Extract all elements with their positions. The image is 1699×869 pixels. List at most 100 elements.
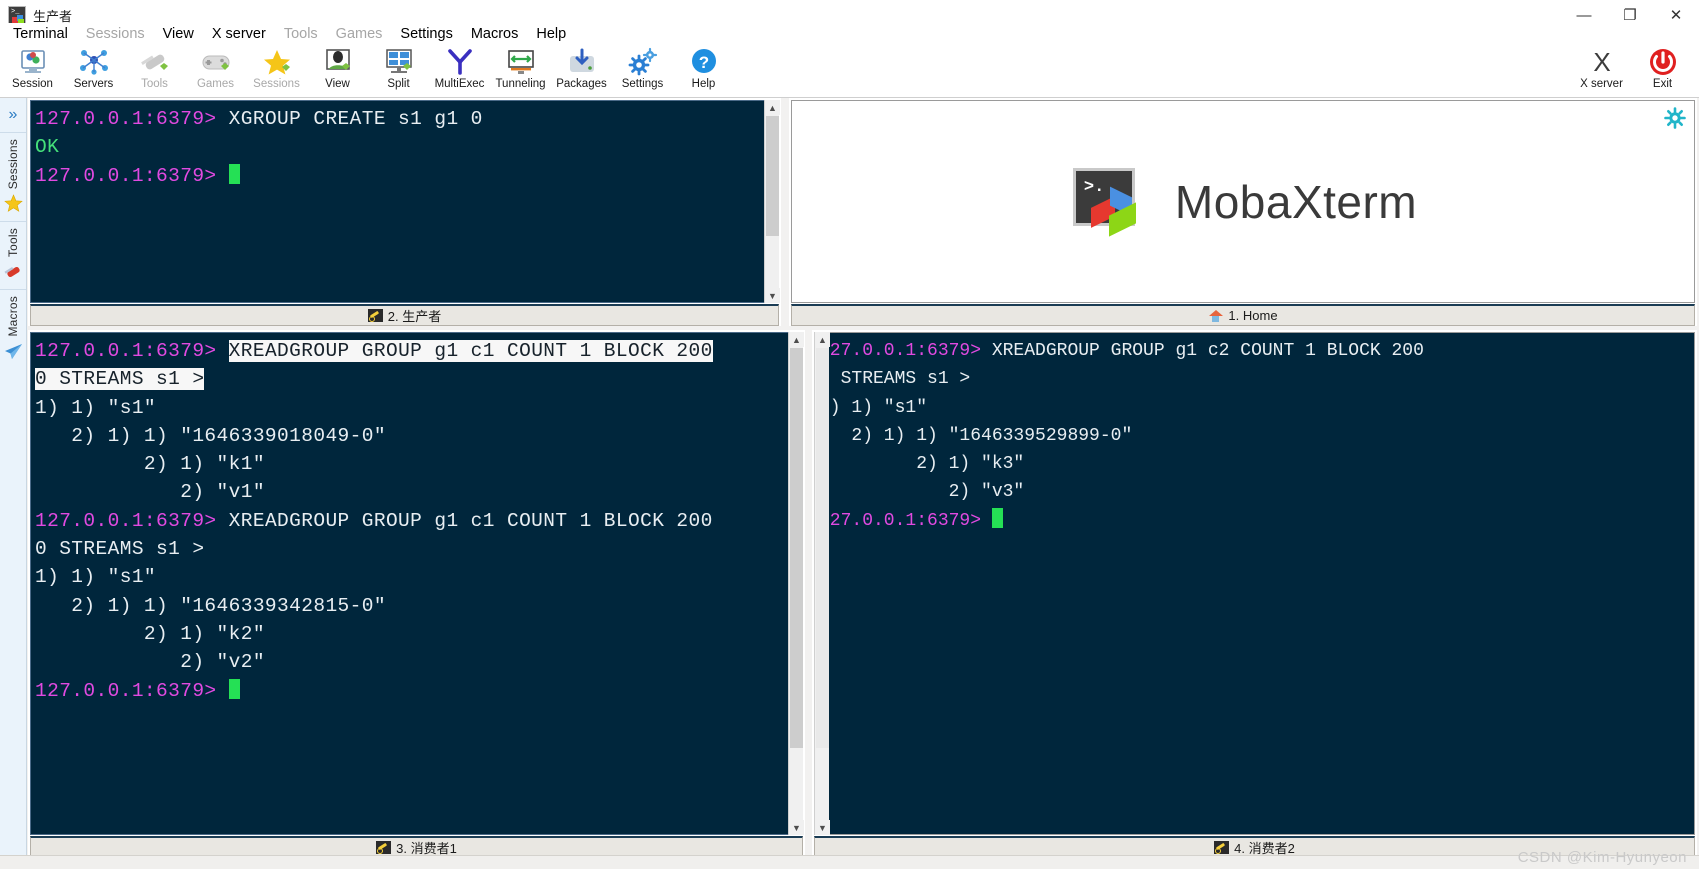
scroll-up-icon[interactable]: ▲ [789, 332, 804, 347]
menu-item-view[interactable]: View [154, 24, 203, 44]
terminal-line: 127.0.0.1:6379> XGROUP CREATE s1 g1 0 [35, 105, 762, 133]
menu-item-terminal[interactable]: Terminal [4, 24, 77, 44]
key-icon [367, 309, 383, 322]
terminal-line: OK [35, 133, 762, 161]
toolbar-help-label: Help [691, 78, 716, 90]
toolbar-right-group: X X server Exit [1571, 45, 1699, 97]
tab-producer[interactable]: 2. 生产者 [360, 306, 449, 325]
producer-terminal-body[interactable]: 127.0.0.1:6379> XGROUP CREATE s1 g1 0 OK 1… [30, 100, 779, 303]
toolbar-tunneling-label: Tunneling [495, 78, 546, 90]
toolbar-packages-button[interactable]: Packages [551, 45, 612, 97]
tab-home[interactable]: 1. Home [1200, 308, 1285, 323]
terminal-line: 2) "v2" [35, 648, 786, 676]
menu-item-x-server[interactable]: X server [203, 24, 275, 44]
menu-item-help[interactable]: Help [527, 24, 575, 44]
multiexec-fork-icon [443, 47, 477, 77]
toolbar-settings-button[interactable]: Settings [612, 45, 673, 97]
pane-producer[interactable]: 127.0.0.1:6379> XGROUP CREATE s1 g1 0 OK 1… [28, 98, 781, 326]
terminal-text: XREADGROUP GROUP g1 c1 COUNT 1 BLOCK 200 [216, 509, 713, 532]
toolbar-view-button[interactable]: View [307, 45, 368, 97]
terminal-cursor [228, 678, 240, 699]
sidebar-item-tools[interactable]: Tools [0, 221, 26, 289]
terminal-prompt: 127.0.0.1:6379> [819, 341, 982, 361]
toolbar-tunneling-button[interactable]: Tunneling [490, 45, 551, 97]
producer-terminal-text[interactable]: 127.0.0.1:6379> XGROUP CREATE s1 g1 0 OK 1… [35, 105, 762, 300]
sidebar-expand-button[interactable]: » [0, 98, 26, 132]
toolbar-session-label: Session [12, 78, 53, 90]
consumer1-scrollbar[interactable]: ▲ ▼ [788, 332, 804, 835]
terminal-line: 127.0.0.1:6379> XREADGROUP GROUP g1 c1 C… [35, 507, 786, 535]
toolbar-servers-button[interactable]: Servers [63, 45, 124, 97]
terminal-prompt: 127.0.0.1:6379> [35, 509, 217, 532]
scroll-thumb[interactable] [766, 116, 779, 236]
terminal-text: 0 STREAMS s1 > [819, 369, 971, 390]
terminal-cursor [991, 507, 1003, 528]
scroll-thumb[interactable] [790, 348, 803, 748]
toolbar-help-button[interactable]: ? Help [673, 45, 734, 97]
scroll-thumb[interactable] [816, 348, 829, 748]
consumer1-terminal-text[interactable]: 127.0.0.1:6379> XREADGROUP GROUP g1 c1 C… [35, 337, 786, 832]
terminal-line: 2) 1) 1) "1646339529899-0" [819, 422, 1678, 450]
scroll-down-icon[interactable]: ▼ [815, 820, 830, 835]
terminal-text: 2) 1) 1) "1646339018049-0" [35, 424, 386, 447]
scroll-down-icon[interactable]: ▼ [765, 288, 780, 303]
scroll-down-icon[interactable]: ▼ [789, 820, 804, 835]
terminal-line: 127.0.0.1:6379> [35, 677, 786, 705]
toolbar-settings-label: Settings [621, 78, 664, 90]
toolbar-tools-button[interactable]: Tools [124, 45, 185, 97]
watermark: CSDN @Kim-Hyunyeon [1517, 849, 1687, 866]
gear-icon[interactable] [1664, 107, 1686, 129]
sidebar-item-sessions[interactable]: Sessions [0, 132, 26, 221]
toolbar-session-button[interactable]: Session [2, 45, 63, 97]
status-bar [0, 855, 1699, 869]
toolbar-games-button[interactable]: Games [185, 45, 246, 97]
servers-network-icon [77, 47, 111, 77]
pane-consumer2[interactable]: 127.0.0.1:6379> XREADGROUP GROUP g1 c2 C… [812, 330, 1697, 858]
sidebar-item-sessions-label: Sessions [6, 139, 20, 190]
terminal-prompt: 127.0.0.1:6379> [819, 510, 982, 531]
menu-bar: Terminal Sessions View X server Tools Games Se… [0, 23, 1699, 45]
producer-tab-strip[interactable]: 2. 生产者 [30, 304, 779, 326]
menu-item-settings[interactable]: Settings [391, 24, 461, 44]
terminal-text: 2) "v2" [35, 651, 265, 674]
svg-text:?: ? [698, 53, 708, 72]
toolbar-exit-button[interactable]: Exit [1632, 45, 1693, 97]
menu-item-sessions: Sessions [85, 26, 145, 42]
pane-consumer1[interactable]: 127.0.0.1:6379> XREADGROUP GROUP g1 c1 C… [28, 330, 805, 858]
pane-home[interactable]: >. MobaXterm 1. Home [789, 98, 1697, 326]
consumer1-terminal-body[interactable]: 127.0.0.1:6379> XREADGROUP GROUP g1 c1 C… [30, 332, 803, 835]
terminal-text: 2) 1) "k3" [819, 454, 1025, 475]
toolbar-view-label: View [325, 78, 350, 90]
swiss-knife-icon [3, 262, 23, 281]
terminal-text: 2) 1) 1) "1646339342815-0" [35, 594, 386, 617]
terminal-text: 2) "v1" [35, 481, 265, 504]
toolbar-x-server-label: X server [1580, 78, 1623, 90]
toolbar-x-server-button[interactable]: X X server [1571, 45, 1632, 97]
mobaxterm-wordmark: MobaXterm [1174, 175, 1418, 228]
toolbar-multiexec-button[interactable]: MultiExec [429, 45, 490, 97]
consumer2-terminal-body[interactable]: 127.0.0.1:6379> XREADGROUP GROUP g1 c2 C… [814, 332, 1695, 835]
toolbar-sessions-button[interactable]: Sessions [246, 45, 307, 97]
terminal-text: 1) 1) "s1" [819, 397, 928, 418]
window-title: 生产者 [33, 8, 73, 24]
terminal-line: 2) 1) "k3" [819, 450, 1678, 478]
toolbar: Session Servers Tools Games Sessions View Spli… [0, 45, 1699, 98]
scroll-up-icon[interactable]: ▲ [815, 332, 830, 347]
home-tab-strip[interactable]: 1. Home [791, 304, 1695, 326]
consumer2-scrollbar[interactable]: ▲ ▼ [814, 332, 830, 835]
terminal-prompt: 127.0.0.1:6379> [35, 340, 217, 362]
producer-scrollbar[interactable]: ▲ ▼ [764, 100, 780, 303]
terminal-text: XREADGROUP GROUP g1 c2 COUNT 1 BLOCK 200 [981, 341, 1424, 361]
settings-gears-icon [626, 47, 660, 77]
terminal-line: 2) 1) 1) "1646339018049-0" [35, 422, 786, 450]
tools-knife-icon [138, 47, 172, 77]
menu-item-macros[interactable]: Macros [462, 24, 528, 44]
menu-item-games: Games [335, 26, 383, 42]
consumer2-terminal-text[interactable]: 127.0.0.1:6379> XREADGROUP GROUP g1 c2 C… [819, 337, 1678, 832]
sidebar-item-macros[interactable]: Macros [0, 289, 26, 369]
scroll-up-icon[interactable]: ▲ [765, 100, 780, 115]
toolbar-split-button[interactable]: Split [368, 45, 429, 97]
